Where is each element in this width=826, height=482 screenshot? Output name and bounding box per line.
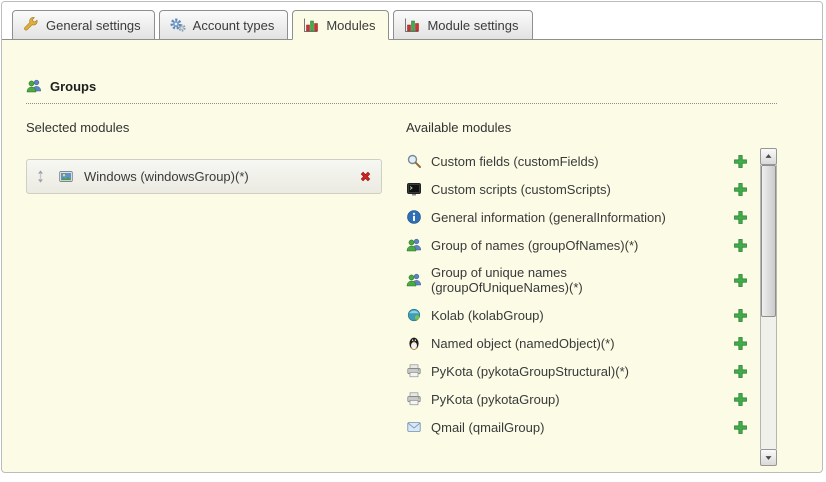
- tab-modules[interactable]: Modules: [292, 10, 389, 40]
- bar-chart-icon: [303, 17, 319, 33]
- available-module-row: Group of unique names (groupOfUniqueName…: [406, 259, 760, 301]
- section-title: Groups: [50, 79, 96, 94]
- scrollbar-thumb[interactable]: [761, 165, 776, 317]
- module-label: Custom fields (customFields): [431, 154, 599, 169]
- module-label: Group of unique names (groupOfUniqueName…: [431, 265, 701, 295]
- mail-icon: [406, 419, 422, 435]
- add-module-button[interactable]: [733, 336, 748, 351]
- scrollbar[interactable]: [760, 148, 777, 466]
- tab-label: Modules: [326, 18, 375, 33]
- lam-configuration-window: General settings Account types Modules M…: [1, 1, 823, 473]
- available-modules-list: Custom fields (customFields) Custom scri…: [406, 147, 760, 441]
- section-heading: Groups: [26, 78, 777, 104]
- available-module-row: General information (generalInformation): [406, 203, 760, 231]
- add-module-button[interactable]: [733, 210, 748, 225]
- add-module-button[interactable]: [733, 308, 748, 323]
- tab-label: Module settings: [427, 18, 518, 33]
- module-label: Windows (windowsGroup)(*): [84, 169, 249, 184]
- add-module-button[interactable]: [733, 238, 748, 253]
- selected-modules-heading: Selected modules: [26, 120, 382, 135]
- add-module-button[interactable]: [733, 273, 748, 288]
- tab-bar: General settings Account types Modules M…: [2, 2, 822, 40]
- module-label: Qmail (qmailGroup): [431, 420, 544, 435]
- tab-module-settings[interactable]: Module settings: [393, 10, 532, 40]
- module-columns: Selected modules Windows (windowsGroup)(…: [26, 120, 777, 472]
- tab-general-settings[interactable]: General settings: [12, 10, 155, 40]
- terminal-icon: [406, 181, 422, 197]
- available-module-row: Qmail (qmailGroup): [406, 413, 760, 441]
- available-modules-main: Available modules Custom fields (customF…: [406, 120, 760, 472]
- add-module-button[interactable]: [733, 392, 748, 407]
- available-module-row: PyKota (pykotaGroup): [406, 385, 760, 413]
- magnifier-icon: [406, 153, 422, 169]
- scroll-up-button[interactable]: [760, 148, 777, 165]
- group-icon: [406, 272, 422, 288]
- module-label: Custom scripts (customScripts): [431, 182, 611, 197]
- windows-module-icon: [58, 169, 74, 185]
- available-modules-heading: Available modules: [406, 120, 760, 135]
- add-module-button[interactable]: [733, 154, 748, 169]
- module-label: Kolab (kolabGroup): [431, 308, 544, 323]
- tab-account-types[interactable]: Account types: [159, 10, 289, 40]
- available-modules-column: Available modules Custom fields (customF…: [406, 120, 777, 472]
- available-module-row: Named object (namedObject)(*): [406, 329, 760, 357]
- selected-modules-column: Selected modules Windows (windowsGroup)(…: [26, 120, 382, 472]
- arrow-down-icon: [763, 452, 774, 463]
- module-label: Group of names (groupOfNames)(*): [431, 238, 638, 253]
- group-icon: [26, 78, 42, 94]
- tab-label: Account types: [193, 18, 275, 33]
- group-icon: [406, 237, 422, 253]
- printer-icon: [406, 363, 422, 379]
- available-module-row: PyKota (pykotaGroupStructural)(*): [406, 357, 760, 385]
- gears-icon: [170, 17, 186, 33]
- wrench-icon: [23, 17, 39, 33]
- selected-module-row[interactable]: Windows (windowsGroup)(*): [26, 159, 382, 194]
- tab-label: General settings: [46, 18, 141, 33]
- module-label: PyKota (pykotaGroup): [431, 392, 560, 407]
- module-label: General information (generalInformation): [431, 210, 666, 225]
- available-module-row: Custom fields (customFields): [406, 147, 760, 175]
- scroll-down-button[interactable]: [760, 449, 777, 466]
- drag-handle-icon[interactable]: [33, 169, 48, 184]
- module-label: PyKota (pykotaGroupStructural)(*): [431, 364, 629, 379]
- info-icon: [406, 209, 422, 225]
- bar-chart-icon: [404, 17, 420, 33]
- remove-module-button[interactable]: [358, 169, 373, 184]
- modules-tab-content: Groups Selected modules Windows (windows…: [2, 40, 822, 472]
- arrow-up-icon: [763, 151, 774, 162]
- printer-icon: [406, 391, 422, 407]
- add-module-button[interactable]: [733, 182, 748, 197]
- available-module-row: Custom scripts (customScripts): [406, 175, 760, 203]
- scrollbar-track[interactable]: [760, 165, 777, 449]
- add-module-button[interactable]: [733, 420, 748, 435]
- available-module-row: Kolab (kolabGroup): [406, 301, 760, 329]
- available-module-row: Group of names (groupOfNames)(*): [406, 231, 760, 259]
- kolab-icon: [406, 307, 422, 323]
- add-module-button[interactable]: [733, 364, 748, 379]
- module-label: Named object (namedObject)(*): [431, 336, 615, 351]
- penguin-icon: [406, 335, 422, 351]
